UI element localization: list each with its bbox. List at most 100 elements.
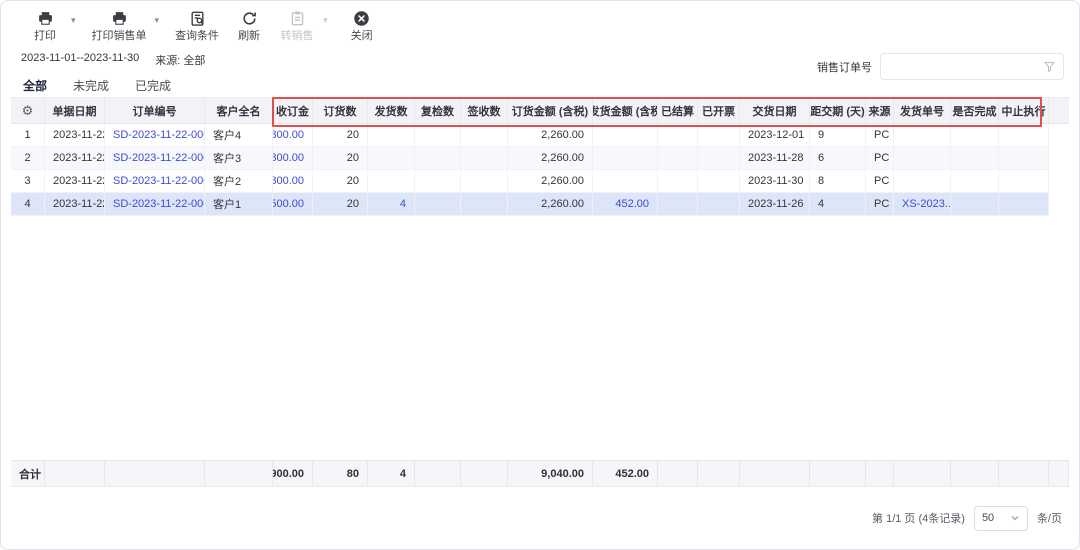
column-header-ship-qty[interactable]: 发货数 bbox=[368, 98, 415, 123]
cell-completed bbox=[951, 124, 999, 146]
cell-ship-qty bbox=[368, 147, 415, 169]
column-header-invoiced[interactable]: 已开票 bbox=[698, 98, 740, 123]
column-header-recheck-qty[interactable]: 复检数 bbox=[415, 98, 461, 123]
page-info-text: 第 1/1 页 (4条记录) bbox=[872, 510, 965, 526]
refresh-button[interactable]: 刷新 bbox=[225, 10, 273, 43]
query-conditions-button[interactable]: 查询条件 bbox=[169, 10, 225, 43]
cell-ship-order-no bbox=[894, 170, 951, 192]
source-filter-text: 来源: 全部 bbox=[155, 52, 205, 68]
cell-order-amount: 2,260.00 bbox=[508, 193, 593, 215]
total-label: 合计 bbox=[11, 461, 45, 486]
cell-delivery-date: 2023-11-28 bbox=[740, 147, 810, 169]
cell-ship-amount bbox=[593, 147, 658, 169]
cell-customer: 客户4 bbox=[205, 124, 273, 146]
orders-table: ⚙ 单据日期订单编号客户全名收订金订货数发货数复检数签收数订货金额 (含税)发货金… bbox=[1, 97, 1079, 487]
print-sales-order-dropdown-caret[interactable]: ▾ bbox=[155, 15, 160, 26]
total-doc-date bbox=[45, 461, 105, 486]
column-header-doc-date[interactable]: 单据日期 bbox=[45, 98, 105, 123]
refresh-label: 刷新 bbox=[238, 30, 260, 43]
column-header-days-to-delivery[interactable]: 距交期 (天) bbox=[810, 98, 866, 123]
convert-to-sales-dropdown-caret: ▾ bbox=[323, 15, 328, 26]
filter-funnel-icon[interactable] bbox=[1043, 60, 1056, 73]
column-header-customer[interactable]: 客户全名 bbox=[205, 98, 273, 123]
total-invoiced bbox=[698, 461, 740, 486]
cell-ship-order-no[interactable]: XS-2023... bbox=[894, 193, 951, 215]
total-order-no bbox=[105, 461, 205, 486]
column-settings-gear-icon[interactable]: ⚙ bbox=[22, 103, 34, 119]
total-settled bbox=[658, 461, 698, 486]
column-header-order-no[interactable]: 订单编号 bbox=[105, 98, 205, 123]
page-size-unit: 条/页 bbox=[1037, 510, 1062, 526]
table-row[interactable]: 32023-11-22SD-2023-11-22-000...客户2800.00… bbox=[11, 170, 1049, 193]
cell-settled bbox=[658, 147, 698, 169]
cell-completed bbox=[951, 193, 999, 215]
cell-order-no[interactable]: SD-2023-11-22-000... bbox=[105, 193, 205, 215]
total-customer bbox=[205, 461, 273, 486]
cell-order-no[interactable]: SD-2023-11-22-000... bbox=[105, 170, 205, 192]
page-size-select[interactable]: 50 bbox=[974, 506, 1028, 531]
cell-aborted bbox=[999, 193, 1049, 215]
sales-order-no-input[interactable] bbox=[888, 60, 1043, 74]
cell-aborted bbox=[999, 124, 1049, 146]
total-completed bbox=[951, 461, 999, 486]
cell-source: PC bbox=[866, 193, 894, 215]
sales-order-no-box[interactable] bbox=[880, 53, 1064, 80]
cell-order-no[interactable]: SD-2023-11-22-000... bbox=[105, 147, 205, 169]
cell-doc-date: 2023-11-22 bbox=[45, 124, 105, 146]
column-header-source[interactable]: 来源 bbox=[866, 98, 894, 123]
printer-icon bbox=[111, 10, 128, 27]
cell-source: PC bbox=[866, 147, 894, 169]
table-row[interactable]: 22023-11-22SD-2023-11-22-000...客户3800.00… bbox=[11, 147, 1049, 170]
row-number: 2 bbox=[11, 147, 45, 169]
column-header-settings[interactable]: ⚙ bbox=[11, 98, 45, 123]
cell-deposit: 800.00 bbox=[273, 124, 313, 146]
cell-invoiced bbox=[698, 147, 740, 169]
cell-recheck-qty bbox=[415, 170, 461, 192]
column-header-ship-order-no[interactable]: 发货单号 bbox=[894, 98, 951, 123]
cell-days-to-delivery: 9 bbox=[810, 124, 866, 146]
table-row[interactable]: 12023-11-22SD-2023-11-22-000...客户4800.00… bbox=[11, 124, 1049, 147]
cell-days-to-delivery: 6 bbox=[810, 147, 866, 169]
total-filler bbox=[1049, 461, 1069, 486]
cell-signed-qty bbox=[461, 124, 508, 146]
cell-order-amount: 2,260.00 bbox=[508, 147, 593, 169]
column-header-signed-qty[interactable]: 签收数 bbox=[461, 98, 508, 123]
cell-deposit: 500.00 bbox=[273, 193, 313, 215]
cell-customer: 客户3 bbox=[205, 147, 273, 169]
close-icon bbox=[353, 10, 370, 27]
cell-invoiced bbox=[698, 193, 740, 215]
column-header-aborted[interactable]: 中止执行 bbox=[999, 98, 1049, 123]
cell-ship-qty bbox=[368, 170, 415, 192]
cell-signed-qty bbox=[461, 147, 508, 169]
close-button[interactable]: 关闭 bbox=[338, 10, 386, 43]
cell-invoiced bbox=[698, 124, 740, 146]
toolbar: 打印▾打印销售单▾查询条件刷新转销售▾关闭 bbox=[1, 1, 1079, 45]
print-button[interactable]: 打印 bbox=[21, 10, 69, 43]
cell-delivery-date: 2023-11-26 bbox=[740, 193, 810, 215]
total-delivery-date bbox=[740, 461, 810, 486]
cell-delivery-date: 2023-11-30 bbox=[740, 170, 810, 192]
column-header-order-qty[interactable]: 订货数 bbox=[313, 98, 368, 123]
cell-ship-qty bbox=[368, 124, 415, 146]
close-label: 关闭 bbox=[351, 30, 373, 43]
column-header-settled[interactable]: 已结算 bbox=[658, 98, 698, 123]
cell-order-qty: 20 bbox=[313, 193, 368, 215]
cell-doc-date: 2023-11-22 bbox=[45, 193, 105, 215]
cell-order-amount: 2,260.00 bbox=[508, 170, 593, 192]
column-header-order-amount[interactable]: 订货金额 (含税) bbox=[508, 98, 593, 123]
column-header-ship-amount[interactable]: 发货金额 (含税 bbox=[593, 98, 658, 123]
column-header-completed[interactable]: 是否完成 bbox=[951, 98, 999, 123]
column-header-deposit[interactable]: 收订金 bbox=[273, 98, 313, 123]
table-empty-space bbox=[11, 216, 1069, 460]
sales-order-window: 打印▾打印销售单▾查询条件刷新转销售▾关闭 2023-11-01--2023-1… bbox=[0, 0, 1080, 550]
chevron-down-icon bbox=[1010, 513, 1020, 523]
cell-order-no[interactable]: SD-2023-11-22-000... bbox=[105, 124, 205, 146]
cell-invoiced bbox=[698, 170, 740, 192]
cell-order-qty: 20 bbox=[313, 170, 368, 192]
cell-order-qty: 20 bbox=[313, 147, 368, 169]
print-dropdown-caret[interactable]: ▾ bbox=[71, 15, 76, 26]
print-sales-order-button[interactable]: 打印销售单 bbox=[86, 10, 153, 43]
column-header-delivery-date[interactable]: 交货日期 bbox=[740, 98, 810, 123]
table-row[interactable]: 42023-11-22SD-2023-11-22-000...客户1500.00… bbox=[11, 193, 1049, 216]
cell-order-qty: 20 bbox=[313, 124, 368, 146]
